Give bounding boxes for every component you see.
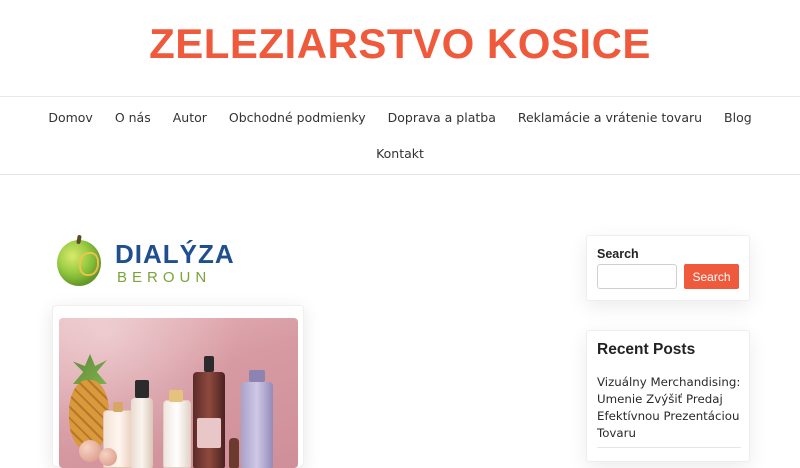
recent-post-divider <box>597 447 741 448</box>
decor-ball-2 <box>99 448 117 466</box>
small-bottle <box>229 438 239 468</box>
apple-mark <box>79 252 99 276</box>
bottle-cap-4 <box>204 356 214 372</box>
post-featured-image[interactable] <box>59 318 298 468</box>
bottle-cap-3 <box>169 390 183 402</box>
recent-posts-widget: Recent Posts Vizuálny Merchandising: Ume… <box>586 330 750 462</box>
logo-word-secondary: BEROUN <box>117 269 212 286</box>
perfume-bottle-3 <box>163 400 191 468</box>
search-widget: Search Search <box>586 235 750 301</box>
nav-row-1: Domov O nás Autor Obchodné podmienky Dop… <box>0 107 800 131</box>
logo-word-primary: DIALÝZA <box>115 239 235 269</box>
decor-ball-1 <box>79 440 101 462</box>
apple-logo-icon <box>57 234 101 286</box>
search-label: Search <box>597 247 639 261</box>
apple-stem <box>76 234 82 245</box>
nav-item-doprava-a-platba[interactable]: Doprava a platba <box>388 107 496 131</box>
site-header: ZELEZIARSTVO KOSICE <box>0 0 800 97</box>
nav-item-domov[interactable]: Domov <box>48 107 93 131</box>
nav-item-autor[interactable]: Autor <box>173 107 207 131</box>
nav-item-blog[interactable]: Blog <box>724 107 752 131</box>
search-button[interactable]: Search <box>684 264 739 289</box>
recent-post-link[interactable]: Vizuálny Merchandising: Umenie Zvýšiť Pr… <box>597 374 741 442</box>
bottle-cap-5 <box>249 370 265 382</box>
nav-item-kontakt[interactable]: Kontakt <box>376 143 424 167</box>
nav-item-o-nas[interactable]: O nás <box>115 107 151 131</box>
main-navigation: Domov O nás Autor Obchodné podmienky Dop… <box>0 97 800 175</box>
nav-row-2: Kontakt <box>0 143 800 167</box>
lotion-bottle <box>241 382 273 468</box>
bottle-cap-1 <box>113 402 123 412</box>
recent-posts-title: Recent Posts <box>597 341 696 358</box>
search-input[interactable] <box>597 264 677 289</box>
site-title[interactable]: ZELEZIARSTVO KOSICE <box>0 14 800 74</box>
post-card[interactable] <box>52 305 304 468</box>
nav-item-reklamacie[interactable]: Reklamácie a vrátenie tovaru <box>518 107 702 131</box>
perfume-bottle-2 <box>131 398 153 468</box>
bottle-cap-2 <box>135 380 149 398</box>
site-logo[interactable]: DIALÝZA BEROUN <box>57 234 234 290</box>
serum-label <box>197 418 221 448</box>
nav-item-obchodne-podmienky[interactable]: Obchodné podmienky <box>229 107 366 131</box>
